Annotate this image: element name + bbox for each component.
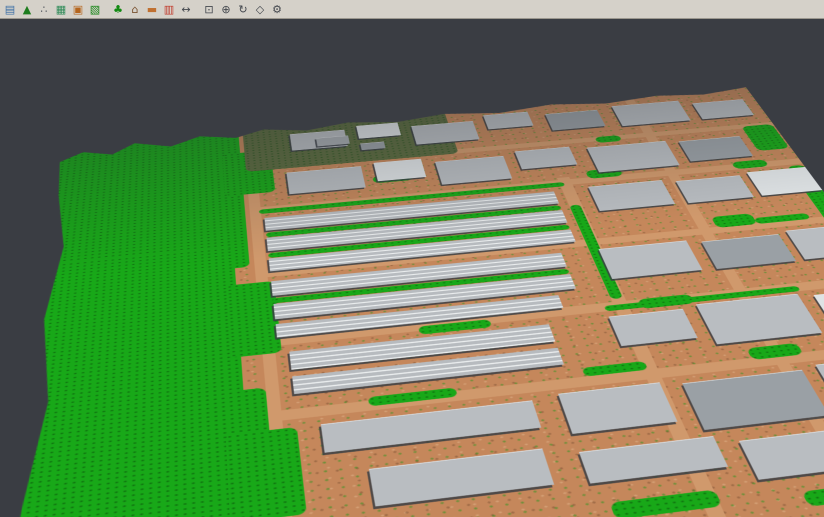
terrain-icon[interactable]: ▲ — [19, 2, 35, 17]
ortho-image-icon[interactable]: ▣ — [70, 2, 86, 17]
mesh-icon-glyph: ▦ — [56, 4, 66, 15]
building-footprint — [435, 156, 512, 185]
vegetation-patch — [637, 294, 695, 309]
pan-view-icon-glyph: ◇ — [256, 4, 264, 15]
ortho-image-icon-glyph: ▣ — [73, 4, 83, 15]
point-cloud-icon-glyph: ∴ — [41, 4, 48, 15]
vegetation-class-icon[interactable]: ♣ — [110, 2, 126, 17]
building-footprint — [678, 136, 753, 161]
zoom-in-icon-glyph: ⊕ — [221, 4, 230, 15]
settings-icon[interactable]: ⚙ — [269, 2, 285, 17]
building-footprint — [483, 112, 533, 130]
building-footprint — [545, 110, 605, 131]
building-class-icon-glyph: ⌂ — [132, 4, 139, 15]
zoom-fit-icon-glyph: ⊡ — [204, 4, 213, 15]
mesh-icon[interactable]: ▦ — [53, 2, 69, 17]
layers-icon-glyph: ▤ — [5, 4, 15, 15]
toolbar-icon-group: ▤ ▲ ∴ ▦ ▣ ▧ ♣ ⌂ ▬ ▥ ↔ ⊡ ⊕ ↻ ◇ ⚙ — [2, 0, 286, 18]
building-footprint — [676, 175, 754, 203]
building-footprint — [369, 448, 554, 506]
vegetation-class-icon-glyph: ♣ — [113, 4, 123, 15]
rotate-view-icon-glyph: ↻ — [238, 4, 247, 15]
ground-class-icon[interactable]: ▬ — [144, 2, 160, 17]
building-footprint — [599, 240, 703, 279]
ground-class-icon-glyph: ▬ — [147, 4, 157, 15]
point-cloud-icon[interactable]: ∴ — [36, 2, 52, 17]
building-footprint — [411, 121, 479, 145]
pan-view-icon[interactable]: ◇ — [252, 2, 268, 17]
main-toolbar: ▤ ▲ ∴ ▦ ▣ ▧ ♣ ⌂ ▬ ▥ ↔ ⊡ ⊕ ↻ ◇ ⚙ — [0, 0, 824, 19]
zoom-in-icon[interactable]: ⊕ — [218, 2, 234, 17]
building-footprint — [701, 234, 796, 269]
classified-point-cloud-scene — [0, 87, 824, 517]
building-footprint — [696, 294, 822, 345]
rotate-view-icon[interactable]: ↻ — [235, 2, 251, 17]
viewport-3d[interactable] — [0, 18, 824, 517]
building-footprint — [612, 101, 691, 126]
building-footprint — [739, 428, 824, 480]
building-footprint — [692, 99, 754, 119]
layers-icon[interactable]: ▤ — [2, 2, 18, 17]
zoom-fit-icon[interactable]: ⊡ — [201, 2, 217, 17]
measure-icon-glyph: ↔ — [181, 4, 190, 15]
building-class-icon[interactable]: ⌂ — [127, 2, 143, 17]
application-window: ▤ ▲ ∴ ▦ ▣ ▧ ♣ ⌂ ▬ ▥ ↔ ⊡ ⊕ ↻ ◇ ⚙ — [0, 0, 824, 517]
vegetation-patch — [226, 427, 307, 517]
building-footprint — [682, 370, 824, 430]
vegetation-patch — [801, 480, 824, 506]
vegetation-patch — [741, 124, 789, 151]
building-footprint — [558, 382, 677, 434]
vegetation-patch — [610, 490, 723, 517]
settings-icon-glyph: ⚙ — [272, 4, 282, 15]
building-footprint — [609, 309, 698, 346]
building-footprint — [588, 180, 675, 211]
classification-icon[interactable]: ▧ — [87, 2, 103, 17]
building-footprint — [373, 159, 426, 181]
vegetation-patch — [731, 159, 769, 169]
measure-icon[interactable]: ↔ — [178, 2, 194, 17]
color-ramp-icon-glyph: ▥ — [164, 4, 174, 15]
vegetation-patch — [594, 135, 622, 143]
building-footprint — [286, 166, 365, 194]
classification-icon-glyph: ▧ — [90, 4, 100, 15]
building-footprint — [515, 147, 578, 170]
terrain-icon-glyph: ▲ — [23, 4, 31, 15]
color-ramp-icon[interactable]: ▥ — [161, 2, 177, 17]
